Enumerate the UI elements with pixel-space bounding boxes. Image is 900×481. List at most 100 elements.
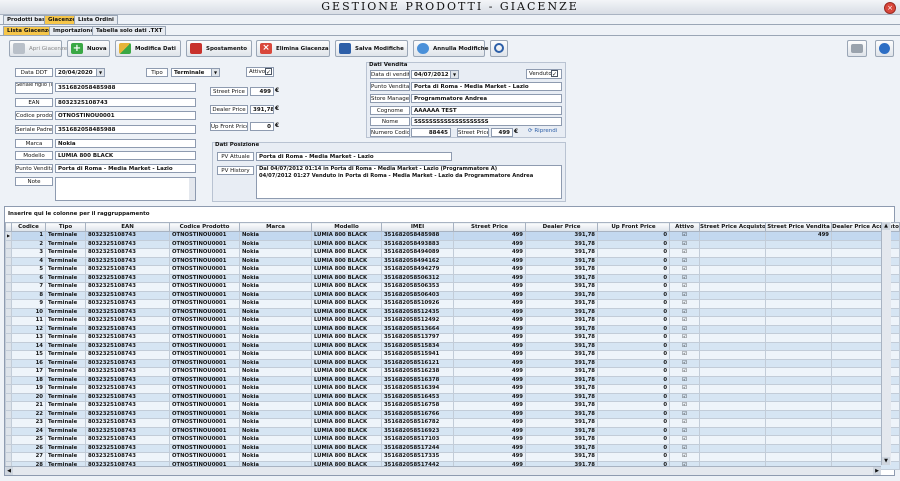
attivo-checkbox[interactable]: ☑ [669,290,700,300]
punto-vendita-v-field[interactable]: Porta di Roma - Media Market - Lazio [411,82,562,91]
column-header[interactable]: Street Price [453,222,526,232]
column-header[interactable]: Modello [311,222,382,232]
spostamento-button[interactable]: Spostamento [186,40,252,57]
attivo-checkbox[interactable]: ☑ [669,367,700,377]
attivo-checkbox[interactable]: ✓ [265,68,272,76]
table-row[interactable]: 27 Terminale 8032325108743 OTNOSTINOU0001 No… [5,452,900,462]
scroll-up-icon[interactable]: ▲ [882,222,890,230]
numero-codice-field[interactable]: 88445 [411,128,451,137]
scroll-right-icon[interactable]: ▶ [873,467,881,475]
pv-history-textarea[interactable]: Dal 04/07/2012 01:14 in Porta di Roma - … [256,165,562,199]
table-row[interactable]: 9 Terminale 8032325108743 OTNOSTINOU0001 Nok… [5,299,900,309]
store-manager-field[interactable]: Programmatore Andrea [411,94,562,103]
column-header[interactable]: Codice [11,222,46,232]
table-row[interactable]: 16 Terminale 8032325108743 OTNOSTINOU0001 No… [5,358,900,368]
scroll-down-icon[interactable]: ▼ [882,457,890,465]
attivo-checkbox[interactable]: ☑ [669,324,700,334]
attivo-checkbox[interactable]: ☑ [669,248,700,258]
note-scrollbar[interactable] [189,178,195,200]
street-price-v-field[interactable]: 499 [491,128,513,137]
attivo-checkbox[interactable]: ☑ [669,350,700,360]
attivo-checkbox[interactable]: ☑ [669,256,700,266]
column-header[interactable]: EAN [85,222,170,232]
table-row[interactable]: 26 Terminale 8032325108743 OTNOSTINOU0001 No… [5,443,900,453]
table-row[interactable]: 12 Terminale 8032325108743 OTNOSTINOU0001 No… [5,324,900,334]
column-header[interactable]: IMEI [381,222,454,232]
venduto-checkbox[interactable]: ✓ [551,70,558,78]
attivo-checkbox[interactable]: ☑ [669,418,700,428]
table-row[interactable]: 15 Terminale 8032325108743 OTNOSTINOU0001 No… [5,350,900,360]
attivo-checkbox[interactable]: ☑ [669,282,700,292]
column-header[interactable]: Up Front Price [597,222,670,232]
close-button[interactable]: × [884,2,896,14]
modello-field[interactable]: LUMIA 800 BLACK [55,151,196,160]
table-row[interactable]: 14 Terminale 8032325108743 OTNOSTINOU0001 No… [5,341,900,351]
cognome-field[interactable]: AAAAAA TEST [411,106,562,115]
table-row[interactable]: 25 Terminale 8032325108743 OTNOSTINOU0001 No… [5,435,900,445]
seriale-padre-field[interactable]: 351682058485988 [55,125,196,134]
attivo-checkbox[interactable]: ☑ [669,341,700,351]
table-row[interactable]: 7 Terminale 8032325108743 OTNOSTINOU0001 Nok… [5,282,900,292]
scroll-left-icon[interactable]: ◀ [5,467,13,475]
attivo-checkbox[interactable]: ☑ [669,392,700,402]
tab-lista-ordini[interactable]: Lista Ordini [74,15,118,24]
attivo-checkbox[interactable]: ☑ [669,307,700,317]
data-vendita-picker[interactable]: 04/07/2012 ▼ [411,70,459,79]
column-header[interactable]: Marca [239,222,312,232]
table-row[interactable]: 6 Terminale 8032325108743 OTNOSTINOU0001 Nok… [5,273,900,283]
riprendi-button[interactable]: ⟳ Riprendi [528,128,557,134]
tab-lista-giacenze[interactable]: Lista Giacenze [3,26,56,35]
attivo-checkbox[interactable]: ☑ [669,452,700,462]
horizontal-scrollbar[interactable]: ◀ ▶ [5,466,881,475]
search-button[interactable] [490,40,508,57]
table-row[interactable]: 3 Terminale 8032325108743 OTNOSTINOU0001 Nok… [5,248,900,258]
ean-field[interactable]: 8032325108743 [55,98,196,107]
vertical-scrollbar[interactable]: ▲ ▼ [881,222,891,465]
attivo-checkbox[interactable]: ☑ [669,273,700,283]
table-row[interactable]: 13 Terminale 8032325108743 OTNOSTINOU0001 No… [5,333,900,343]
attivo-checkbox[interactable]: ☑ [669,316,700,326]
attivo-checkbox[interactable]: ☑ [669,401,700,411]
table-row[interactable]: 5 Terminale 8032325108743 OTNOSTINOU0001 Nok… [5,265,900,275]
table-row[interactable]: 11 Terminale 8032325108743 OTNOSTINOU0001 No… [5,316,900,326]
nuova-button[interactable]: + Nuova [67,40,110,57]
dealer-price-field[interactable]: 391,78 [250,105,274,114]
column-header[interactable]: Tipo [45,222,86,232]
power-button[interactable] [875,40,894,57]
note-textarea[interactable] [55,177,196,201]
table-row[interactable]: 22 Terminale 8032325108743 OTNOSTINOU0001 No… [5,409,900,419]
column-header[interactable]: Codice Prodotto [169,222,240,232]
up-front-price-field[interactable]: 0 [250,122,274,131]
table-row[interactable]: 23 Terminale 8032325108743 OTNOSTINOU0001 No… [5,418,900,428]
column-header[interactable]: Attivo [669,222,700,232]
attivo-checkbox[interactable]: ☑ [669,358,700,368]
table-row[interactable]: 17 Terminale 8032325108743 OTNOSTINOU0001 No… [5,367,900,377]
column-header[interactable]: Street Price Acquisto [699,222,766,232]
attivo-checkbox[interactable]: ☑ [669,435,700,445]
table-row[interactable]: 10 Terminale 8032325108743 OTNOSTINOU0001 No… [5,307,900,317]
attivo-checkbox[interactable]: ☑ [669,299,700,309]
print-button[interactable] [847,40,867,57]
table-row[interactable]: 18 Terminale 8032325108743 OTNOSTINOU0001 No… [5,375,900,385]
annulla-modifiche-button[interactable]: Annulla Modifiche [413,40,488,57]
attivo-checkbox[interactable]: ☑ [669,231,700,241]
elimina-giacenza-button[interactable]: × Elimina Giacenza [256,40,330,57]
table-row[interactable]: 4 Terminale 8032325108743 OTNOSTINOU0001 Nok… [5,256,900,266]
attivo-checkbox[interactable]: ☑ [669,409,700,419]
marca-field[interactable]: Nokia [55,139,196,148]
nome-field[interactable]: SSSSSSSSSSSSSSSSSSSS [411,117,562,126]
punto-vendita-field[interactable]: Porta di Roma - Media Market - Lazio [55,164,196,173]
table-row[interactable]: 8 Terminale 8032325108743 OTNOSTINOU0001 Nok… [5,290,900,300]
attivo-checkbox[interactable]: ☑ [669,426,700,436]
table-row[interactable]: ▶ 1 Terminale 8032325108743 OTNOSTINOU0001 No… [5,231,900,241]
pv-attuale-field[interactable]: Porta di Roma - Media Market - Lazio [256,152,452,161]
apri-giacenze-button[interactable]: Apri Giacenze [9,40,67,57]
column-header[interactable]: Street Price Vendita [765,222,832,232]
attivo-checkbox[interactable]: ☑ [669,375,700,385]
street-price-field[interactable]: 499 [250,87,274,96]
table-row[interactable]: 19 Terminale 8032325108743 OTNOSTINOU0001 No… [5,384,900,394]
attivo-checkbox[interactable]: ☑ [669,265,700,275]
table-row[interactable]: 2 Terminale 8032325108743 OTNOSTINOU0001 Nok… [5,239,900,249]
attivo-checkbox[interactable]: ☑ [669,384,700,394]
seriale-figlio-field[interactable]: 351682058485988 [55,83,196,92]
